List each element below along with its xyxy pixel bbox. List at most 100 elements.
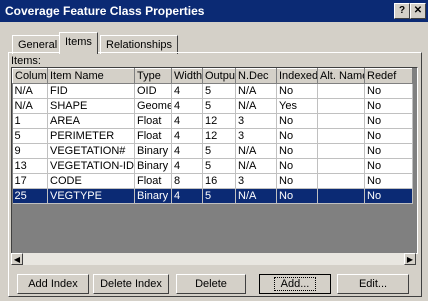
table-cell[interactable]: No (364, 188, 413, 204)
table-cell[interactable]: Yes (276, 98, 318, 114)
table-cell[interactable]: VEGETATION-ID (47, 158, 135, 174)
add-button[interactable]: Add... (259, 274, 331, 294)
table-row[interactable]: 5 PERIMETER Float 4 12 3 No No (12, 128, 413, 144)
table-cell[interactable]: 3 (235, 173, 277, 189)
help-button[interactable]: ? (394, 3, 410, 19)
table-cell[interactable]: 12 (202, 113, 236, 129)
table-cell[interactable]: 4 (171, 158, 203, 174)
table-cell[interactable]: N/A (235, 98, 277, 114)
table-cell[interactable] (317, 188, 365, 204)
table-cell[interactable]: 5 (12, 128, 48, 144)
table-cell[interactable]: No (364, 128, 413, 144)
table-cell[interactable]: No (364, 113, 413, 129)
scroll-right-icon[interactable]: ▶ (404, 253, 416, 265)
table-cell[interactable]: 4 (171, 98, 203, 114)
column-header[interactable]: Column (12, 68, 48, 84)
table-cell[interactable] (317, 143, 365, 159)
table-cell[interactable]: No (276, 128, 318, 144)
table-cell[interactable]: 5 (202, 98, 236, 114)
table-cell[interactable]: N/A (235, 143, 277, 159)
table-cell[interactable]: Float (134, 128, 172, 144)
table-cell[interactable]: N/A (12, 83, 48, 99)
items-grid[interactable]: ColumnItem NameTypeWidthOutputN.DecIndex… (11, 67, 418, 254)
table-cell[interactable]: CODE (47, 173, 135, 189)
table-cell[interactable]: No (276, 188, 318, 204)
table-cell[interactable]: Binary (134, 188, 172, 204)
table-cell[interactable]: FID (47, 83, 135, 99)
table-cell[interactable]: No (276, 158, 318, 174)
table-cell[interactable] (317, 83, 365, 99)
table-cell[interactable]: 9 (12, 143, 48, 159)
table-row[interactable]: 25 VEGTYPE Binary 4 5 N/A No No (12, 188, 413, 204)
table-cell[interactable]: 13 (12, 158, 48, 174)
table-cell[interactable]: 4 (171, 143, 203, 159)
tab-items[interactable]: Items (59, 32, 98, 54)
table-cell[interactable]: N/A (235, 83, 277, 99)
table-cell[interactable]: OID (134, 83, 172, 99)
table-cell[interactable]: 3 (235, 128, 277, 144)
table-cell[interactable]: Float (134, 113, 172, 129)
table-cell[interactable]: No (364, 98, 413, 114)
table-cell[interactable]: SHAPE (47, 98, 135, 114)
table-cell[interactable]: VEGTYPE (47, 188, 135, 204)
table-cell[interactable]: 16 (202, 173, 236, 189)
table-cell[interactable]: 4 (171, 128, 203, 144)
table-cell[interactable]: No (364, 158, 413, 174)
table-cell[interactable]: 4 (171, 113, 203, 129)
scroll-left-icon[interactable]: ◀ (11, 253, 23, 265)
table-cell[interactable]: Binary (134, 143, 172, 159)
column-header[interactable]: Indexed (276, 68, 318, 84)
table-cell[interactable]: 4 (171, 83, 203, 99)
table-cell[interactable]: N/A (235, 158, 277, 174)
delete-index-button[interactable]: Delete Index (93, 274, 169, 294)
table-cell[interactable]: 5 (202, 158, 236, 174)
horizontal-scrollbar[interactable]: ◀ ▶ (11, 253, 416, 265)
table-cell[interactable]: No (364, 83, 413, 99)
table-cell[interactable]: No (276, 113, 318, 129)
table-cell[interactable]: AREA (47, 113, 135, 129)
column-header[interactable]: Type (134, 68, 172, 84)
table-cell[interactable]: Float (134, 173, 172, 189)
table-cell[interactable]: VEGETATION# (47, 143, 135, 159)
table-cell[interactable]: No (276, 173, 318, 189)
table-cell[interactable]: Geometry (134, 98, 172, 114)
table-cell[interactable]: PERIMETER (47, 128, 135, 144)
table-cell[interactable]: N/A (235, 188, 277, 204)
column-header[interactable]: Alt. Name (317, 68, 365, 84)
table-cell[interactable]: 25 (12, 188, 48, 204)
add-index-button[interactable]: Add Index (17, 274, 89, 294)
table-cell[interactable]: 17 (12, 173, 48, 189)
table-cell[interactable]: 3 (235, 113, 277, 129)
column-header[interactable]: Redef (364, 68, 413, 84)
table-cell[interactable] (317, 173, 365, 189)
table-cell[interactable]: 8 (171, 173, 203, 189)
table-row[interactable]: N/ASHAPEGeometry45N/AYesNo (12, 98, 413, 114)
table-cell[interactable]: 5 (202, 143, 236, 159)
table-cell[interactable]: 5 (202, 188, 236, 204)
table-cell[interactable]: N/A (12, 98, 48, 114)
table-cell[interactable] (317, 98, 365, 114)
table-cell[interactable]: No (364, 143, 413, 159)
delete-button[interactable]: Delete (176, 274, 246, 294)
close-button[interactable]: ✕ (410, 3, 426, 19)
column-header[interactable]: Output (202, 68, 236, 84)
table-row[interactable]: 9 VEGETATION# Binary 4 5 N/A No No (12, 143, 413, 159)
table-cell[interactable] (317, 113, 365, 129)
column-header[interactable]: Width (171, 68, 203, 84)
table-cell[interactable]: 5 (202, 83, 236, 99)
table-cell[interactable]: 12 (202, 128, 236, 144)
table-cell[interactable] (317, 128, 365, 144)
column-header[interactable]: Item Name (47, 68, 135, 84)
table-cell[interactable]: No (276, 83, 318, 99)
table-cell[interactable]: Binary (134, 158, 172, 174)
table-cell[interactable]: No (276, 143, 318, 159)
table-cell[interactable]: No (364, 173, 413, 189)
edit-button[interactable]: Edit... (337, 274, 409, 294)
table-cell[interactable]: 4 (171, 188, 203, 204)
table-row[interactable]: 13 VEGETATION-ID Binary 4 5 N/A No No (12, 158, 413, 174)
table-cell[interactable]: 1 (12, 113, 48, 129)
table-row[interactable]: 1 AREA Float 4 12 3 No No (12, 113, 413, 129)
table-row[interactable]: N/A FID OID 4 5 N/A No No (12, 83, 413, 99)
column-header[interactable]: N.Dec (235, 68, 277, 84)
table-cell[interactable] (317, 158, 365, 174)
